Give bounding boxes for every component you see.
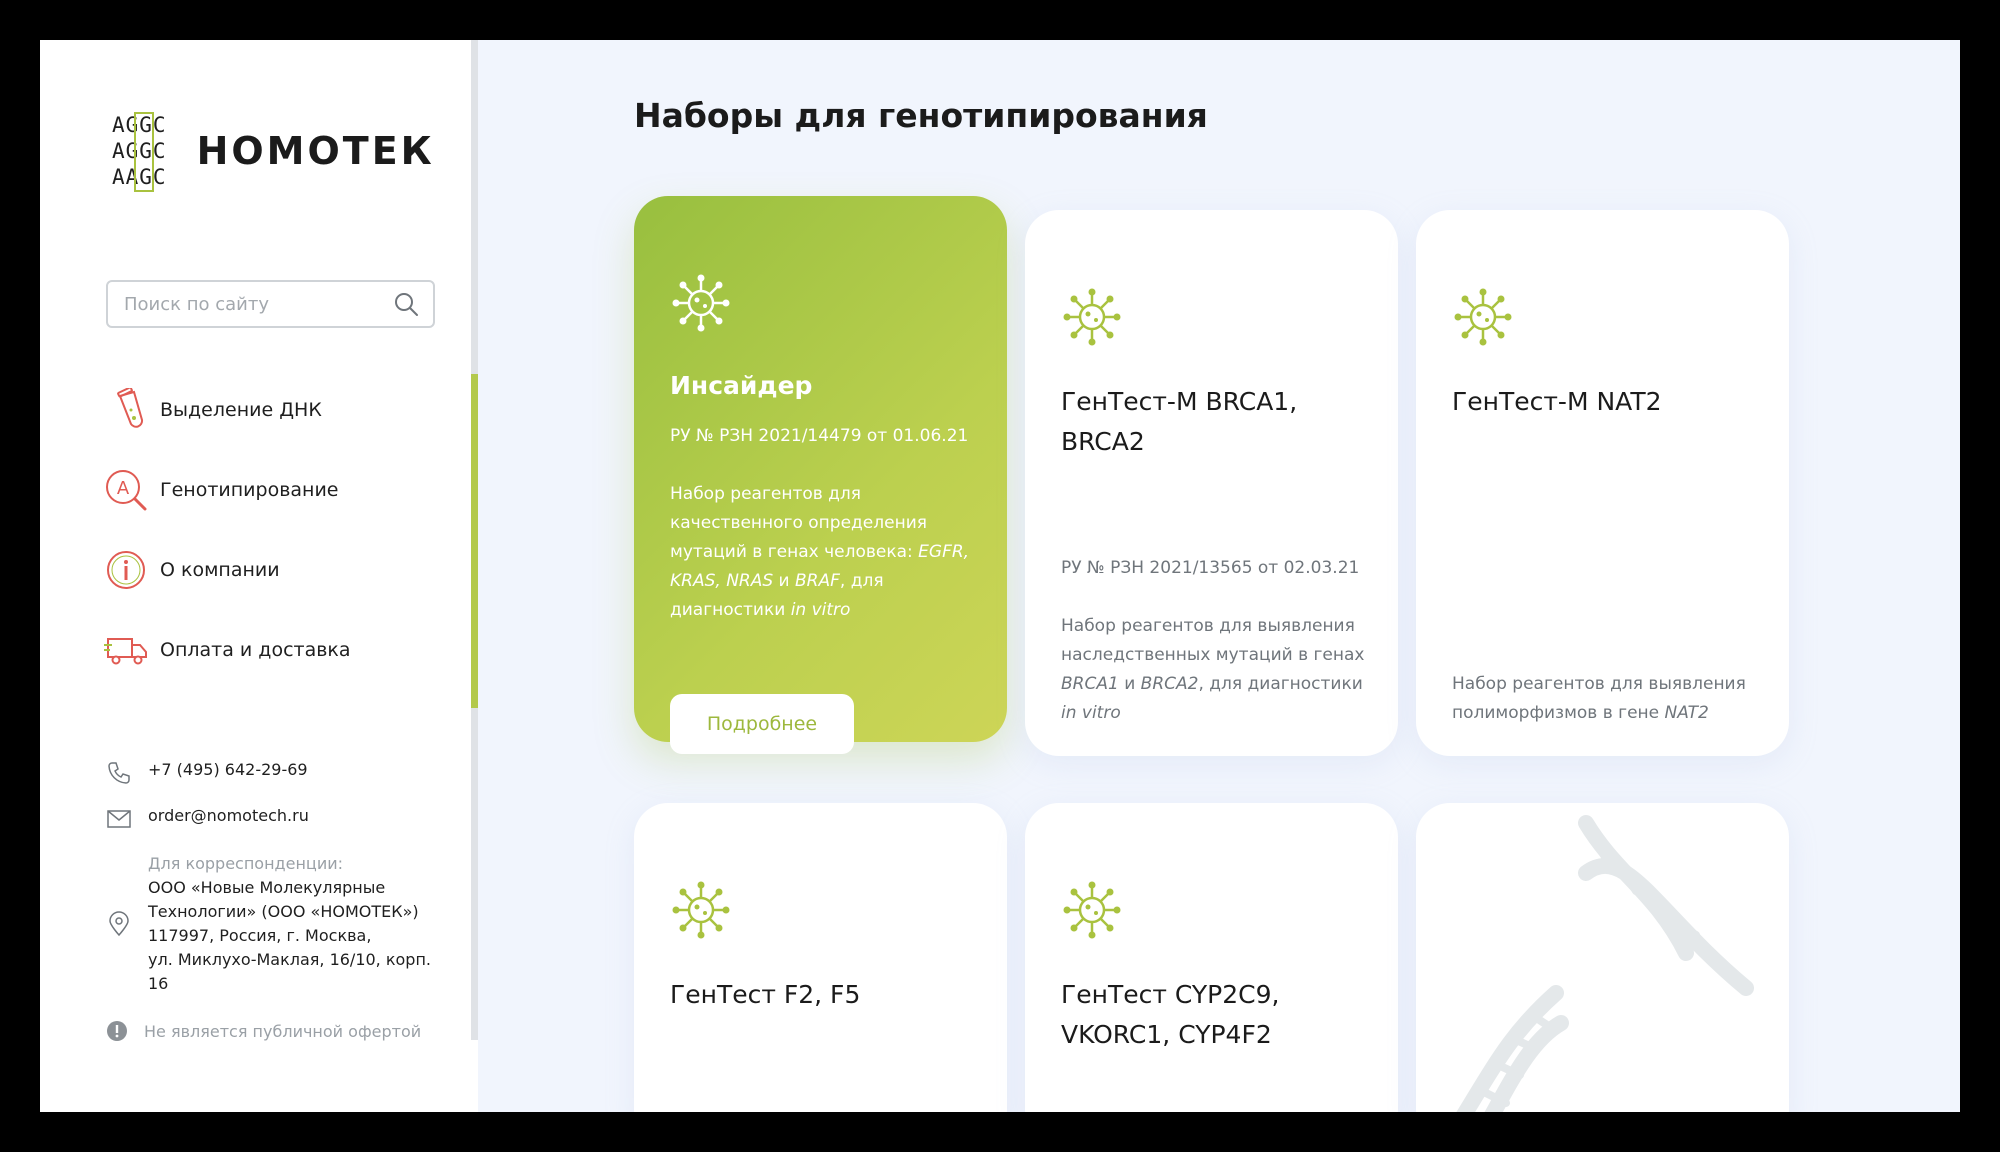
test-tube-icon	[104, 388, 148, 432]
product-card-f2f5[interactable]: ГенТест F2, F5	[634, 803, 1007, 1112]
gene-name: in vitro	[1061, 703, 1121, 723]
gene-name: BRCA1	[1061, 674, 1119, 694]
product-card-insider[interactable]: Инсайдер РУ № РЗН 2021/14479 от 01.06.21…	[634, 196, 1007, 754]
virus-icon	[672, 274, 730, 332]
gene-name: BRCA2	[1140, 674, 1199, 694]
product-card-brca[interactable]: ГенТест-М BRCA1, BRCA2 РУ № РЗН 2021/135…	[1025, 210, 1398, 756]
gene-name: in vitro	[790, 600, 851, 620]
address-line: 117997, Россия, г. Москва,	[148, 926, 372, 945]
nav-item-delivery[interactable]: Оплата и доставка	[104, 610, 351, 690]
disclaimer-text: Не является публичной офертой	[144, 1021, 422, 1041]
card-title: ГенТест CYP2C9, VKORC1, CYP4F2	[1061, 980, 1280, 1049]
scrollbar-thumb[interactable]	[471, 374, 478, 708]
details-button[interactable]: Подробнее	[670, 694, 854, 754]
virus-icon	[1063, 881, 1121, 939]
warning-icon	[107, 1021, 127, 1041]
search-icon[interactable]	[393, 291, 419, 317]
card-title: ГенТест-М BRCA1, BRCA2	[1061, 387, 1298, 456]
nav-label: Оплата и доставка	[160, 639, 351, 661]
logo-mark: AGGC AGGC AAGC	[112, 112, 167, 192]
address-line: ул. Миклухо-Маклая, 16/10, корп. 16	[148, 950, 431, 993]
desc-text: и	[773, 571, 795, 591]
email-row: order@nomotech.ru	[106, 806, 446, 832]
mail-icon	[107, 810, 131, 828]
email-link[interactable]: order@nomotech.ru	[148, 806, 309, 825]
card-registration: РУ № РЗН 2021/13565 от 02.03.21	[1061, 558, 1360, 578]
address-text: Для корреспонденции: ООО «Новые Молекуля…	[148, 852, 446, 996]
address-label: Для корреспонденции:	[148, 854, 343, 873]
search-box[interactable]	[106, 280, 435, 328]
address-line: ООО «Новые Молекулярные	[148, 878, 386, 897]
desc-text: и	[1118, 674, 1141, 694]
search-input[interactable]	[124, 293, 393, 315]
virus-icon	[1454, 288, 1512, 346]
address-line: Технологии» (ООО «НОМОТЕК»)	[148, 902, 419, 921]
decorative-card	[1416, 803, 1789, 1112]
nav-label: О компании	[160, 559, 280, 581]
contacts: +7 (495) 642-29-69 order@nomotech.ru Для…	[106, 760, 446, 1042]
svg-text:A: A	[117, 478, 130, 499]
phone-icon	[108, 762, 130, 784]
desc-text: , для диагностики	[1198, 674, 1363, 694]
nav-item-about[interactable]: О компании	[104, 530, 351, 610]
card-title: ГенТест-М NAT2	[1452, 387, 1662, 416]
card-description: Набор реагентов для качественного опреде…	[670, 480, 981, 625]
nav-label: Выделение ДНК	[160, 399, 322, 421]
gene-name: BRAF	[795, 571, 840, 591]
nav-item-dna-extraction[interactable]: Выделение ДНК	[104, 370, 351, 450]
desc-text: Набор реагентов для выявления наследстве…	[1061, 616, 1365, 665]
card-title: Инсайдер	[670, 371, 813, 400]
logo[interactable]: AGGC AGGC AAGC НОМОТЕК	[112, 112, 435, 192]
info-icon	[104, 548, 148, 592]
page-title: Наборы для генотипирования	[634, 96, 1208, 135]
card-description: Набор реагентов для выявления полиморфиз…	[1452, 670, 1763, 728]
phone-link[interactable]: +7 (495) 642-29-69	[148, 760, 308, 779]
card-title: ГенТест F2, F5	[670, 980, 861, 1009]
product-card-cyp2c9[interactable]: ГенТест CYP2C9, VKORC1, CYP4F2	[1025, 803, 1398, 1112]
sidebar-scrollbar[interactable]	[471, 40, 478, 1040]
desc-text: Набор реагентов для качественного опреде…	[670, 484, 927, 562]
virus-icon	[1063, 288, 1121, 346]
phone-row: +7 (495) 642-29-69	[106, 760, 446, 786]
delivery-truck-icon	[104, 628, 148, 672]
location-pin-icon	[109, 911, 129, 937]
card-registration: РУ № РЗН 2021/14479 от 01.06.21	[670, 426, 969, 446]
logo-wordmark: НОМОТЕК	[196, 129, 435, 173]
nav-label: Генотипирование	[160, 479, 339, 501]
sidebar: AGGC AGGC AAGC НОМОТЕК Выделение ДНК A Г…	[40, 40, 478, 1112]
card-description: Набор реагентов для выявления наследстве…	[1061, 612, 1372, 728]
gene-name: NAT2	[1664, 703, 1709, 723]
browser-viewport: AGGC AGGC AAGC НОМОТЕК Выделение ДНК A Г…	[40, 40, 1960, 1112]
nav-item-genotyping[interactable]: A Генотипирование	[104, 450, 351, 530]
main-nav: Выделение ДНК A Генотипирование О компан…	[104, 370, 351, 690]
virus-icon	[672, 881, 730, 939]
magnifier-letter-icon: A	[104, 468, 148, 512]
disclaimer: Не является публичной офертой	[106, 1020, 446, 1042]
dna-helix-icon	[1456, 815, 1754, 1112]
product-card-nat2[interactable]: ГенТест-М NAT2 Набор реагентов для выявл…	[1416, 210, 1789, 756]
address-row: Для корреспонденции: ООО «Новые Молекуля…	[106, 852, 446, 996]
